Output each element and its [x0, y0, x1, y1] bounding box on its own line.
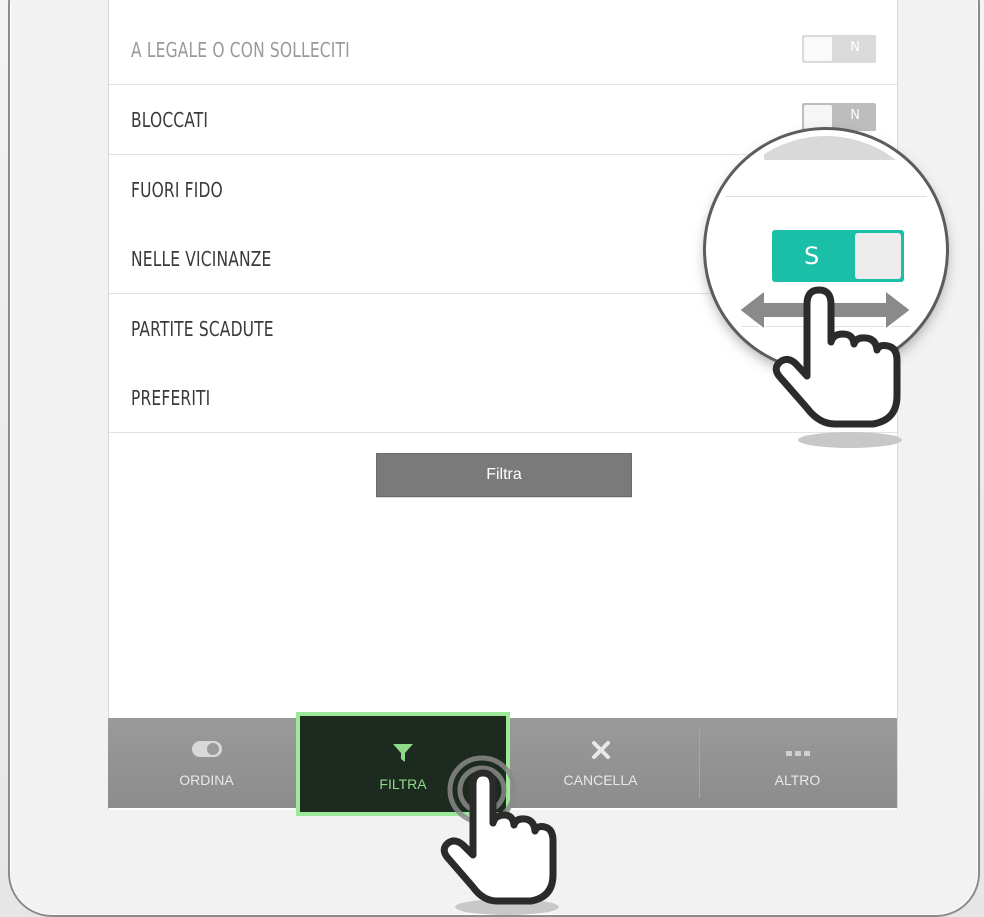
toggle-icon: [191, 740, 223, 763]
funnel-icon: [392, 742, 414, 769]
toggle-knob: [804, 37, 832, 61]
apply-filter-button[interactable]: Filtra: [376, 453, 632, 497]
tap-gesture-icon: [440, 755, 559, 915]
toggle-switch[interactable]: N: [802, 35, 876, 63]
toggle-value: N: [850, 108, 860, 123]
filter-row-label: NELLE VICINANZE: [131, 246, 272, 271]
more-icon: [785, 744, 810, 762]
filter-row-label: PREFERITI: [131, 385, 211, 410]
tab-ordina[interactable]: ORDINA: [108, 718, 305, 808]
toggle-knob: [855, 233, 901, 279]
divider: [712, 196, 940, 197]
toggle-knob: [804, 105, 832, 129]
toggle-switch[interactable]: N: [802, 103, 876, 131]
filter-row-label: BLOCCATI: [131, 107, 209, 132]
tab-altro[interactable]: ALTRO: [699, 718, 896, 808]
tab-label: ALTRO: [774, 772, 821, 788]
filter-row-legale[interactable]: A LEGALE O CON SOLLECITI N: [109, 15, 897, 85]
swipe-gesture-icon: [737, 286, 913, 448]
tab-label: ORDINA: [179, 772, 234, 788]
filter-row-label: PARTITE SCADUTE: [131, 316, 274, 341]
filter-row-label: A LEGALE O CON SOLLECITI: [131, 37, 350, 62]
toggle-value: N: [850, 40, 860, 55]
filter-row-label: FUORI FIDO: [131, 177, 223, 202]
toggle-switch: [764, 136, 904, 160]
close-icon: [591, 740, 611, 765]
toggle-value: S: [804, 242, 820, 270]
toggle-switch-on[interactable]: S: [772, 230, 904, 282]
